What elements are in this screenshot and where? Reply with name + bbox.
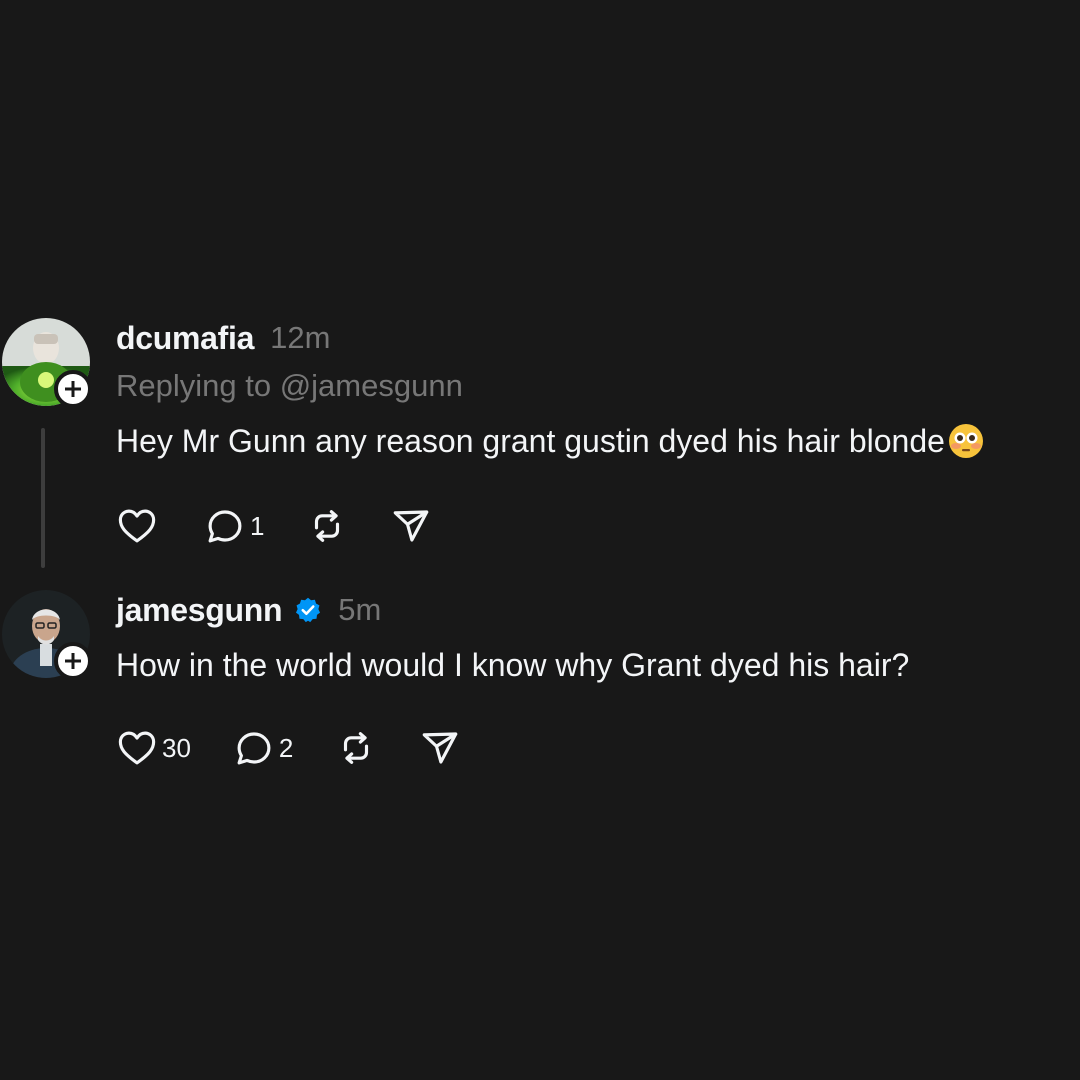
thread-connector-line [41, 428, 45, 568]
timestamp: 5m [338, 592, 382, 627]
like-count: 30 [162, 732, 191, 763]
post-header: jamesgunn 5m [116, 590, 381, 630]
heart-icon [118, 509, 156, 543]
reply-count: 1 [250, 510, 265, 541]
username[interactable]: jamesgunn [116, 592, 283, 629]
comment-icon [208, 510, 242, 543]
plus-icon [65, 381, 81, 397]
flushed-face-icon [948, 424, 983, 458]
avatar-container[interactable] [2, 318, 92, 408]
heart-icon [118, 731, 156, 765]
comment-icon [237, 732, 271, 765]
follow-plus-button[interactable] [54, 370, 92, 408]
post-text: Hey Mr Gunn any reason grant gustin dyed… [116, 422, 945, 459]
post-text-container: How in the world would I know why Grant … [116, 647, 909, 684]
post-actions: 30 2 [116, 726, 503, 770]
replying-to[interactable]: Replying to @jamesgunn [116, 368, 463, 404]
reply-count: 2 [278, 732, 294, 763]
share-button[interactable] [419, 727, 461, 769]
post-header: dcumafia 12m [116, 318, 330, 358]
post-text-container: Hey Mr Gunn any reason grant gustin dyed… [116, 422, 985, 460]
share-button[interactable] [390, 505, 432, 547]
repost-icon [344, 732, 369, 764]
like-button[interactable]: 30 [116, 727, 191, 769]
share-icon [394, 510, 429, 542]
repost-button[interactable] [335, 727, 377, 769]
reply-button[interactable]: 1 [204, 505, 264, 547]
reply-button[interactable]: 2 [233, 727, 293, 769]
avatar-container[interactable] [2, 590, 92, 680]
follow-plus-button[interactable] [54, 642, 92, 680]
share-icon [423, 732, 458, 764]
repost-icon [315, 510, 340, 542]
timestamp: 12m [270, 320, 331, 355]
post-actions: 1 [116, 504, 474, 548]
post-text: How in the world would I know why Grant … [116, 647, 910, 683]
verified-icon [296, 597, 321, 623]
thread-view: dcumafia 12m Replying to @jamesgunn Hey … [0, 0, 1080, 1080]
repost-button[interactable] [306, 505, 348, 547]
like-button[interactable] [116, 505, 162, 547]
username[interactable]: dcumafia [116, 320, 254, 357]
plus-icon [65, 653, 81, 669]
